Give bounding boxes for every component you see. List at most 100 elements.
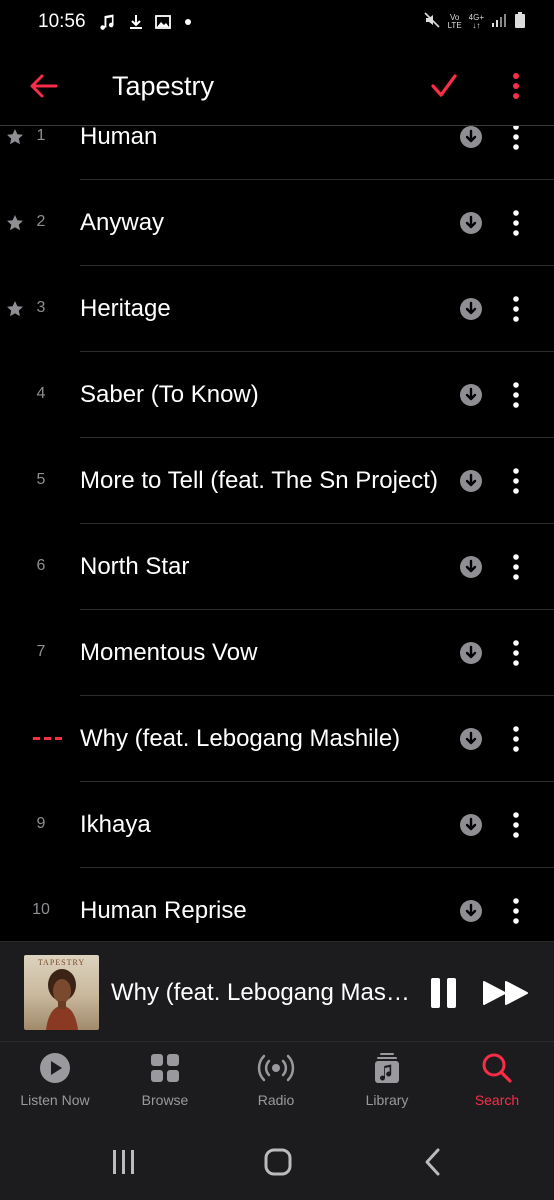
- tab-label-radio: Radio: [257, 1092, 295, 1108]
- download-icon[interactable]: [459, 813, 483, 837]
- star-icon: [7, 215, 23, 231]
- track-number: 9: [36, 815, 46, 832]
- track-title: More to Tell (feat. The Sn Project): [80, 467, 438, 494]
- download-icon[interactable]: [459, 383, 483, 407]
- header-more-button[interactable]: [504, 68, 528, 104]
- track-more-icon[interactable]: [506, 896, 526, 926]
- track-more-icon[interactable]: [506, 810, 526, 840]
- tab-bar: Listen Now Browse Radio Library Search: [0, 1041, 554, 1125]
- status-time: 10:56: [38, 11, 86, 32]
- fast-forward-icon: [483, 981, 528, 1005]
- track-row[interactable]: 2 Anyway: [0, 180, 554, 266]
- download-icon[interactable]: [459, 211, 483, 235]
- system-back-button[interactable]: [420, 1147, 446, 1182]
- status-bar: 10:56 Vo LTE 4G+ ↓↑: [0, 0, 554, 44]
- mini-player[interactable]: TAPESTRY Why (feat. Lebogang Mashile): [0, 941, 554, 1041]
- star-icon: [7, 301, 23, 317]
- skip-forward-button[interactable]: [482, 980, 530, 1006]
- track-more-icon[interactable]: [506, 208, 526, 238]
- track-row[interactable]: 7 Momentous Vow: [0, 610, 554, 696]
- track-row[interactable]: 5 More to Tell (feat. The Sn Project): [0, 438, 554, 524]
- track-row[interactable]: 9 Ikhaya: [0, 782, 554, 868]
- tab-label-listen-now: Listen Now: [20, 1092, 90, 1108]
- track-more-icon[interactable]: [506, 552, 526, 582]
- status-system-icons: Vo LTE 4G+ ↓↑: [423, 11, 526, 34]
- tab-listen-now[interactable]: Listen Now: [0, 1052, 110, 1118]
- track-row[interactable]: 10 Human Reprise: [0, 868, 554, 940]
- network-indicator: 4G+ ↓↑: [469, 14, 484, 30]
- track-number: 7: [36, 643, 46, 660]
- home-button[interactable]: [263, 1147, 293, 1182]
- page-title: Tapestry: [112, 71, 215, 101]
- grid-icon: [151, 1054, 179, 1082]
- track-number: 6: [36, 557, 46, 574]
- radio-waves-icon: [257, 1054, 295, 1082]
- download-icon[interactable]: [459, 469, 483, 493]
- track-title: Momentous Vow: [80, 639, 258, 666]
- track-title: Ikhaya: [80, 811, 151, 838]
- dot-icon: [181, 15, 195, 29]
- checkmark-icon: [431, 74, 457, 97]
- track-title: Human Reprise: [80, 897, 247, 924]
- track-title: Why (feat. Lebogang Mashile): [80, 725, 401, 752]
- track-more-icon[interactable]: [506, 294, 526, 324]
- volte-indicator: Vo LTE: [448, 14, 462, 30]
- volte-bottom-label: LTE: [447, 21, 462, 30]
- track-title: Heritage: [80, 295, 171, 322]
- tab-label-search: Search: [474, 1092, 520, 1108]
- track-title: Anyway: [80, 209, 165, 236]
- recent-apps-icon: [113, 1150, 134, 1174]
- track-row[interactable]: 6 North Star: [0, 524, 554, 610]
- track-row[interactable]: 4 Saber (To Know): [0, 352, 554, 438]
- data-arrows-icon: ↓↑: [472, 21, 481, 30]
- app-header: Tapestry: [0, 54, 554, 118]
- track-title: Human: [80, 126, 158, 150]
- system-navigation-bar: [0, 1125, 554, 1200]
- status-notification-icons: [99, 13, 195, 31]
- music-note-icon: [99, 13, 118, 31]
- image-icon: [154, 13, 172, 31]
- tab-browse[interactable]: Browse: [110, 1052, 220, 1118]
- back-button[interactable]: [28, 70, 60, 102]
- home-icon: [264, 1148, 292, 1176]
- track-more-icon[interactable]: [506, 380, 526, 410]
- track-list[interactable]: 1 Human 2 Anyway 3 Heritage 4 Saber (To Know) 5 M…: [0, 126, 554, 940]
- track-number: 2: [36, 213, 46, 230]
- download-icon[interactable]: [459, 126, 483, 149]
- track-number: 4: [36, 385, 46, 402]
- download-icon[interactable]: [459, 641, 483, 665]
- now-playing-title[interactable]: Why (feat. Lebogang Mashile): [111, 978, 413, 1008]
- album-art[interactable]: TAPESTRY: [24, 955, 99, 1030]
- recent-apps-button[interactable]: [110, 1147, 138, 1182]
- vertical-more-icon: [513, 73, 519, 99]
- tab-library[interactable]: Library: [332, 1052, 442, 1118]
- download-icon[interactable]: [459, 297, 483, 321]
- track-row[interactable]: 1 Human: [0, 126, 554, 180]
- album-art-caption: TAPESTRY: [37, 958, 86, 967]
- track-title: Saber (To Know): [80, 381, 259, 408]
- download-icon[interactable]: [459, 727, 483, 751]
- done-button[interactable]: [428, 70, 460, 102]
- mute-icon: [423, 11, 441, 34]
- track-number: 3: [36, 299, 46, 316]
- track-number: 5: [36, 471, 46, 488]
- track-row[interactable]: Why (feat. Lebogang Mashile): [0, 696, 554, 782]
- track-more-icon[interactable]: [506, 724, 526, 754]
- library-icon: [375, 1053, 399, 1083]
- track-more-icon[interactable]: [506, 638, 526, 668]
- pause-icon: [431, 978, 456, 1008]
- track-title: North Star: [80, 553, 190, 580]
- track-more-icon[interactable]: [506, 466, 526, 496]
- tab-radio[interactable]: Radio: [221, 1052, 331, 1118]
- download-icon[interactable]: [459, 899, 483, 923]
- download-icon[interactable]: [459, 555, 483, 579]
- play-circle-icon: [40, 1053, 70, 1083]
- tab-search[interactable]: Search: [442, 1052, 552, 1118]
- track-more-icon[interactable]: [506, 126, 526, 152]
- track-number: 1: [36, 127, 46, 144]
- pause-button[interactable]: [428, 976, 460, 1010]
- signal-icon: [491, 12, 507, 33]
- chevron-left-icon: [425, 1148, 440, 1176]
- track-row[interactable]: 3 Heritage: [0, 266, 554, 352]
- download-arrow-icon: [127, 13, 145, 31]
